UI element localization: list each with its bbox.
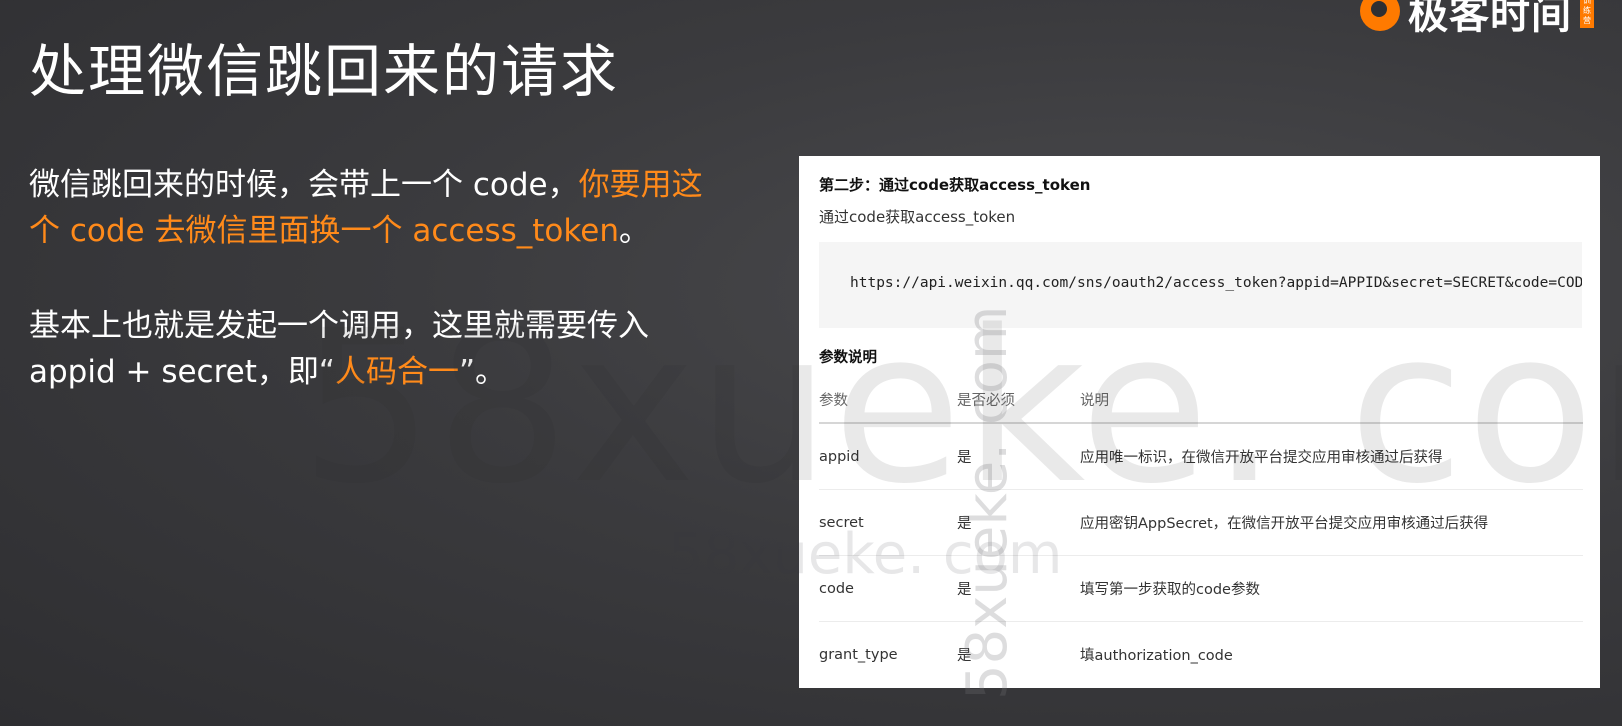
brand-logo: 极客时间 训练营 bbox=[1360, 0, 1594, 38]
param-name: grant_type bbox=[819, 646, 898, 663]
param-name: secret bbox=[819, 489, 957, 556]
param-name: appid bbox=[819, 423, 957, 490]
table-row: secret 是 应用密钥AppSecret，在微信开放平台提交应用审核通过后获… bbox=[819, 489, 1583, 556]
access-token-url: https://api.weixin.qq.com/sns/oauth2/acc… bbox=[850, 275, 1582, 291]
param-required: 是 bbox=[957, 489, 1080, 556]
logo-tag: 训练营 bbox=[1580, 0, 1594, 28]
param-name: code bbox=[819, 555, 957, 622]
params-table: 参数 是否必须 说明 appid 是 应用唯一标识，在微信开放平台提交应用审核通… bbox=[819, 376, 1583, 687]
table-row: grant_type 是 填authorization_code bbox=[819, 622, 1583, 688]
code-block: https://api.weixin.qq.com/sns/oauth2/acc… bbox=[819, 242, 1582, 328]
header-required: 是否必须 bbox=[957, 376, 1080, 424]
page-title: 处理微信跳回来的请求 bbox=[29, 39, 619, 105]
param-required: 是 bbox=[957, 423, 1080, 490]
header-description: 说明 bbox=[1080, 376, 1583, 424]
logo-text: 极客时间 bbox=[1408, 0, 1572, 38]
param-required: 是 bbox=[957, 648, 972, 664]
table-row: appid 是 应用唯一标识，在微信开放平台提交应用审核通过后获得 bbox=[819, 423, 1583, 490]
paragraph1-end: 。 bbox=[618, 213, 650, 249]
table-row: code 是 填写第一步获取的code参数 bbox=[819, 555, 1583, 622]
params-title: 参数说明 bbox=[819, 350, 877, 366]
table-header-row: 参数 是否必须 说明 bbox=[819, 376, 1583, 424]
param-description: 应用密钥AppSecret，在微信开放平台提交应用审核通过后获得 bbox=[1080, 489, 1583, 556]
wechat-doc-screenshot: 第二步：通过code获取access_token 通过code获取access_… bbox=[799, 156, 1600, 688]
param-required: 是 bbox=[957, 555, 1080, 622]
doc-subtitle: 通过code获取access_token bbox=[819, 208, 1016, 226]
param-description: 填authorization_code bbox=[1080, 648, 1233, 664]
doc-step-title: 第二步：通过code获取access_token bbox=[819, 176, 1091, 194]
paragraph1-text: 微信跳回来的时候，会带上一个 code， bbox=[29, 167, 579, 203]
paragraph2-highlight: 人码合一 bbox=[334, 354, 459, 390]
header-param: 参数 bbox=[819, 376, 957, 424]
param-description: 填写第一步获取的code参数 bbox=[1080, 555, 1583, 622]
paragraph2-end: ”。 bbox=[458, 354, 507, 390]
geektime-logo-icon bbox=[1360, 0, 1400, 31]
paragraph-appid-secret: 基本上也就是发起一个调用，这里就需要传入 appid + secret，即“人码… bbox=[29, 303, 729, 395]
paragraph-code-exchange: 微信跳回来的时候，会带上一个 code，你要用这个 code 去微信里面换一个 … bbox=[29, 162, 729, 254]
param-description: 应用唯一标识，在微信开放平台提交应用审核通过后获得 bbox=[1080, 423, 1583, 490]
